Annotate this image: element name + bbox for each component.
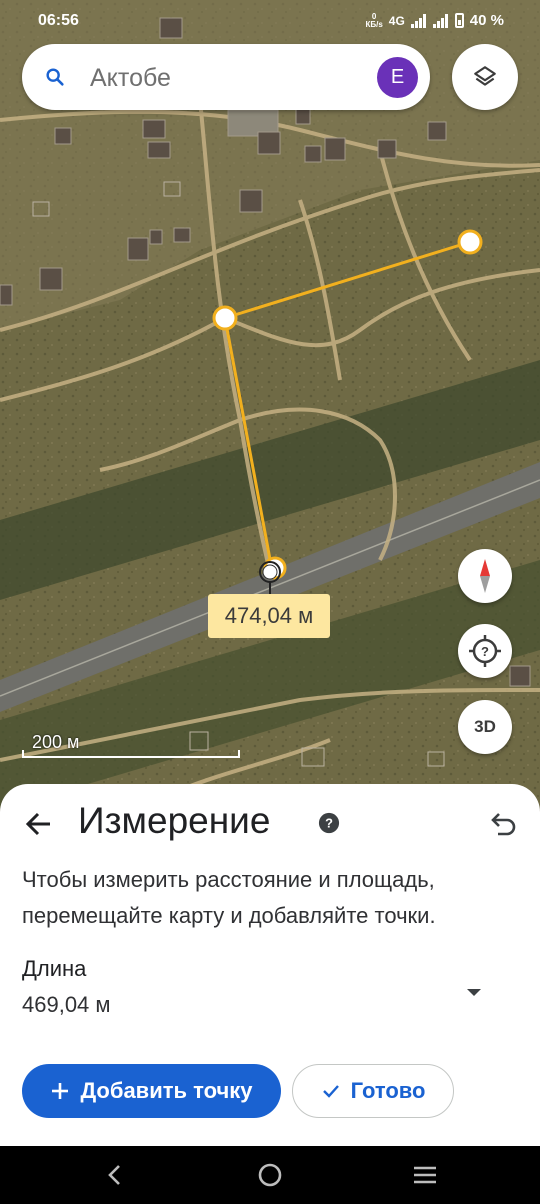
sheet-title: Измерение xyxy=(78,800,271,841)
my-location-icon: ? xyxy=(469,635,501,667)
status-time: 06:56 xyxy=(38,12,79,29)
layers-button[interactable] xyxy=(452,44,518,110)
avatar[interactable]: E xyxy=(377,57,418,98)
search-bar[interactable]: E xyxy=(22,44,430,110)
undo-icon[interactable] xyxy=(484,806,520,842)
scale-bar xyxy=(22,750,240,758)
battery-icon xyxy=(454,13,464,28)
length-value: 469,04 м xyxy=(22,992,111,1017)
nav-recents-icon[interactable] xyxy=(410,1160,440,1190)
done-label: Готово xyxy=(350,1078,426,1103)
status-bar: 06:56 0 КБ/s 4G 40 % xyxy=(0,0,540,44)
length-label: Длина xyxy=(22,956,87,981)
plus-icon xyxy=(52,1083,69,1099)
system-nav-bar xyxy=(0,1146,540,1204)
layers-icon xyxy=(474,66,496,86)
compass-icon xyxy=(480,559,490,593)
check-icon xyxy=(322,1085,339,1098)
segment-distance-label: 474,04 м xyxy=(208,594,330,638)
measure-instructions: Чтобы измерить расстояние и площадь, пер… xyxy=(22,867,436,928)
search-input[interactable] xyxy=(88,60,362,96)
back-arrow-icon[interactable] xyxy=(20,804,60,844)
network-type: 4G xyxy=(388,13,405,28)
battery-level: 40 % xyxy=(469,12,504,29)
done-button[interactable]: Готово xyxy=(292,1064,454,1118)
add-point-label: Добавить точку xyxy=(80,1078,253,1103)
satellite-map[interactable] xyxy=(0,0,540,820)
search-icon[interactable] xyxy=(44,66,66,88)
view-3d-button[interactable]: 3D xyxy=(458,700,512,754)
status-indicators: 0 КБ/s 4G 40 % xyxy=(365,12,504,29)
my-location-button[interactable]: ? xyxy=(458,624,512,678)
svg-text:?: ? xyxy=(325,816,333,831)
dropdown-icon[interactable] xyxy=(462,980,486,1004)
measure-sheet: Измерение ? Чтобы измерить расстояние и … xyxy=(0,784,540,1146)
add-point-button[interactable]: Добавить точку xyxy=(22,1064,281,1118)
signal-icon xyxy=(432,13,448,28)
nav-back-icon[interactable] xyxy=(100,1160,130,1190)
compass-button[interactable] xyxy=(458,549,512,603)
signal-icon xyxy=(410,13,426,28)
help-icon[interactable]: ? xyxy=(318,812,340,834)
measure-point xyxy=(457,229,483,255)
measure-point xyxy=(212,305,238,331)
nav-home-icon[interactable] xyxy=(255,1160,285,1190)
map-scale: 200 м xyxy=(22,732,240,758)
network-speed: 0 КБ/s xyxy=(365,11,383,29)
svg-text:?: ? xyxy=(481,644,489,659)
